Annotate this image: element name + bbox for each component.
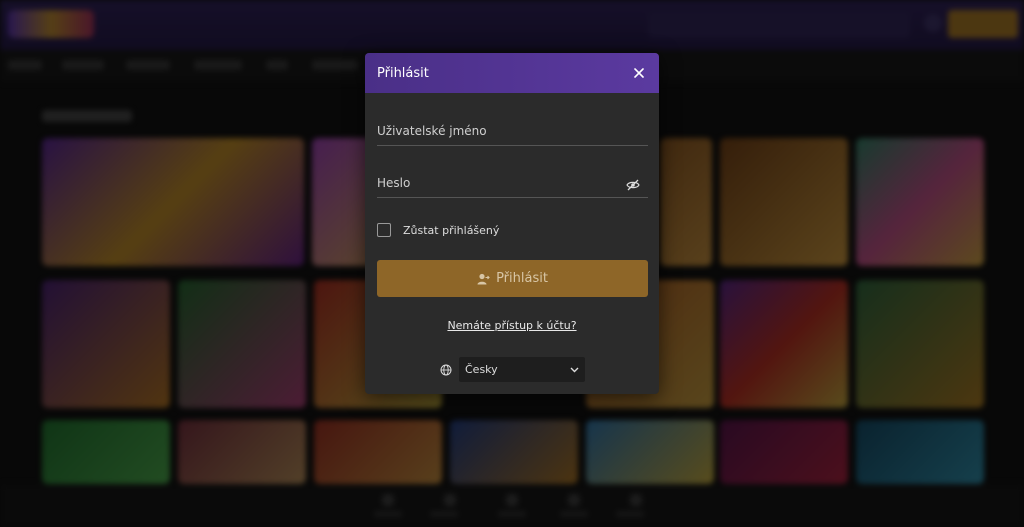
language-dropdown[interactable]: Česky <box>459 357 585 382</box>
modal-header: Přihlásit <box>365 53 659 93</box>
modal-title: Přihlásit <box>377 65 429 81</box>
page: Přihlásit Zůstat přihlášený <box>0 0 1024 527</box>
close-button[interactable] <box>631 65 647 81</box>
eye-slash-icon <box>626 179 640 191</box>
close-icon <box>634 68 644 78</box>
user-login-icon <box>477 273 490 284</box>
login-submit-button[interactable]: Přihlásit <box>377 260 648 297</box>
remember-me[interactable]: Zůstat přihlášený <box>377 223 499 237</box>
no-access-link[interactable]: Nemáte přístup k účtu? <box>365 319 659 332</box>
login-submit-label: Přihlásit <box>496 271 548 286</box>
username-field <box>377 106 648 146</box>
language-value: Česky <box>465 363 498 376</box>
username-input[interactable] <box>377 116 617 146</box>
remember-checkbox[interactable] <box>377 223 391 237</box>
globe-icon <box>440 364 452 375</box>
login-modal: Přihlásit Zůstat přihlášený <box>365 53 659 394</box>
toggle-password-button[interactable] <box>626 176 640 191</box>
password-field <box>377 158 648 198</box>
language-selector: Česky <box>440 357 585 382</box>
password-input[interactable] <box>377 168 617 198</box>
remember-label: Zůstat přihlášený <box>403 223 500 237</box>
chevron-down-icon <box>570 367 579 372</box>
